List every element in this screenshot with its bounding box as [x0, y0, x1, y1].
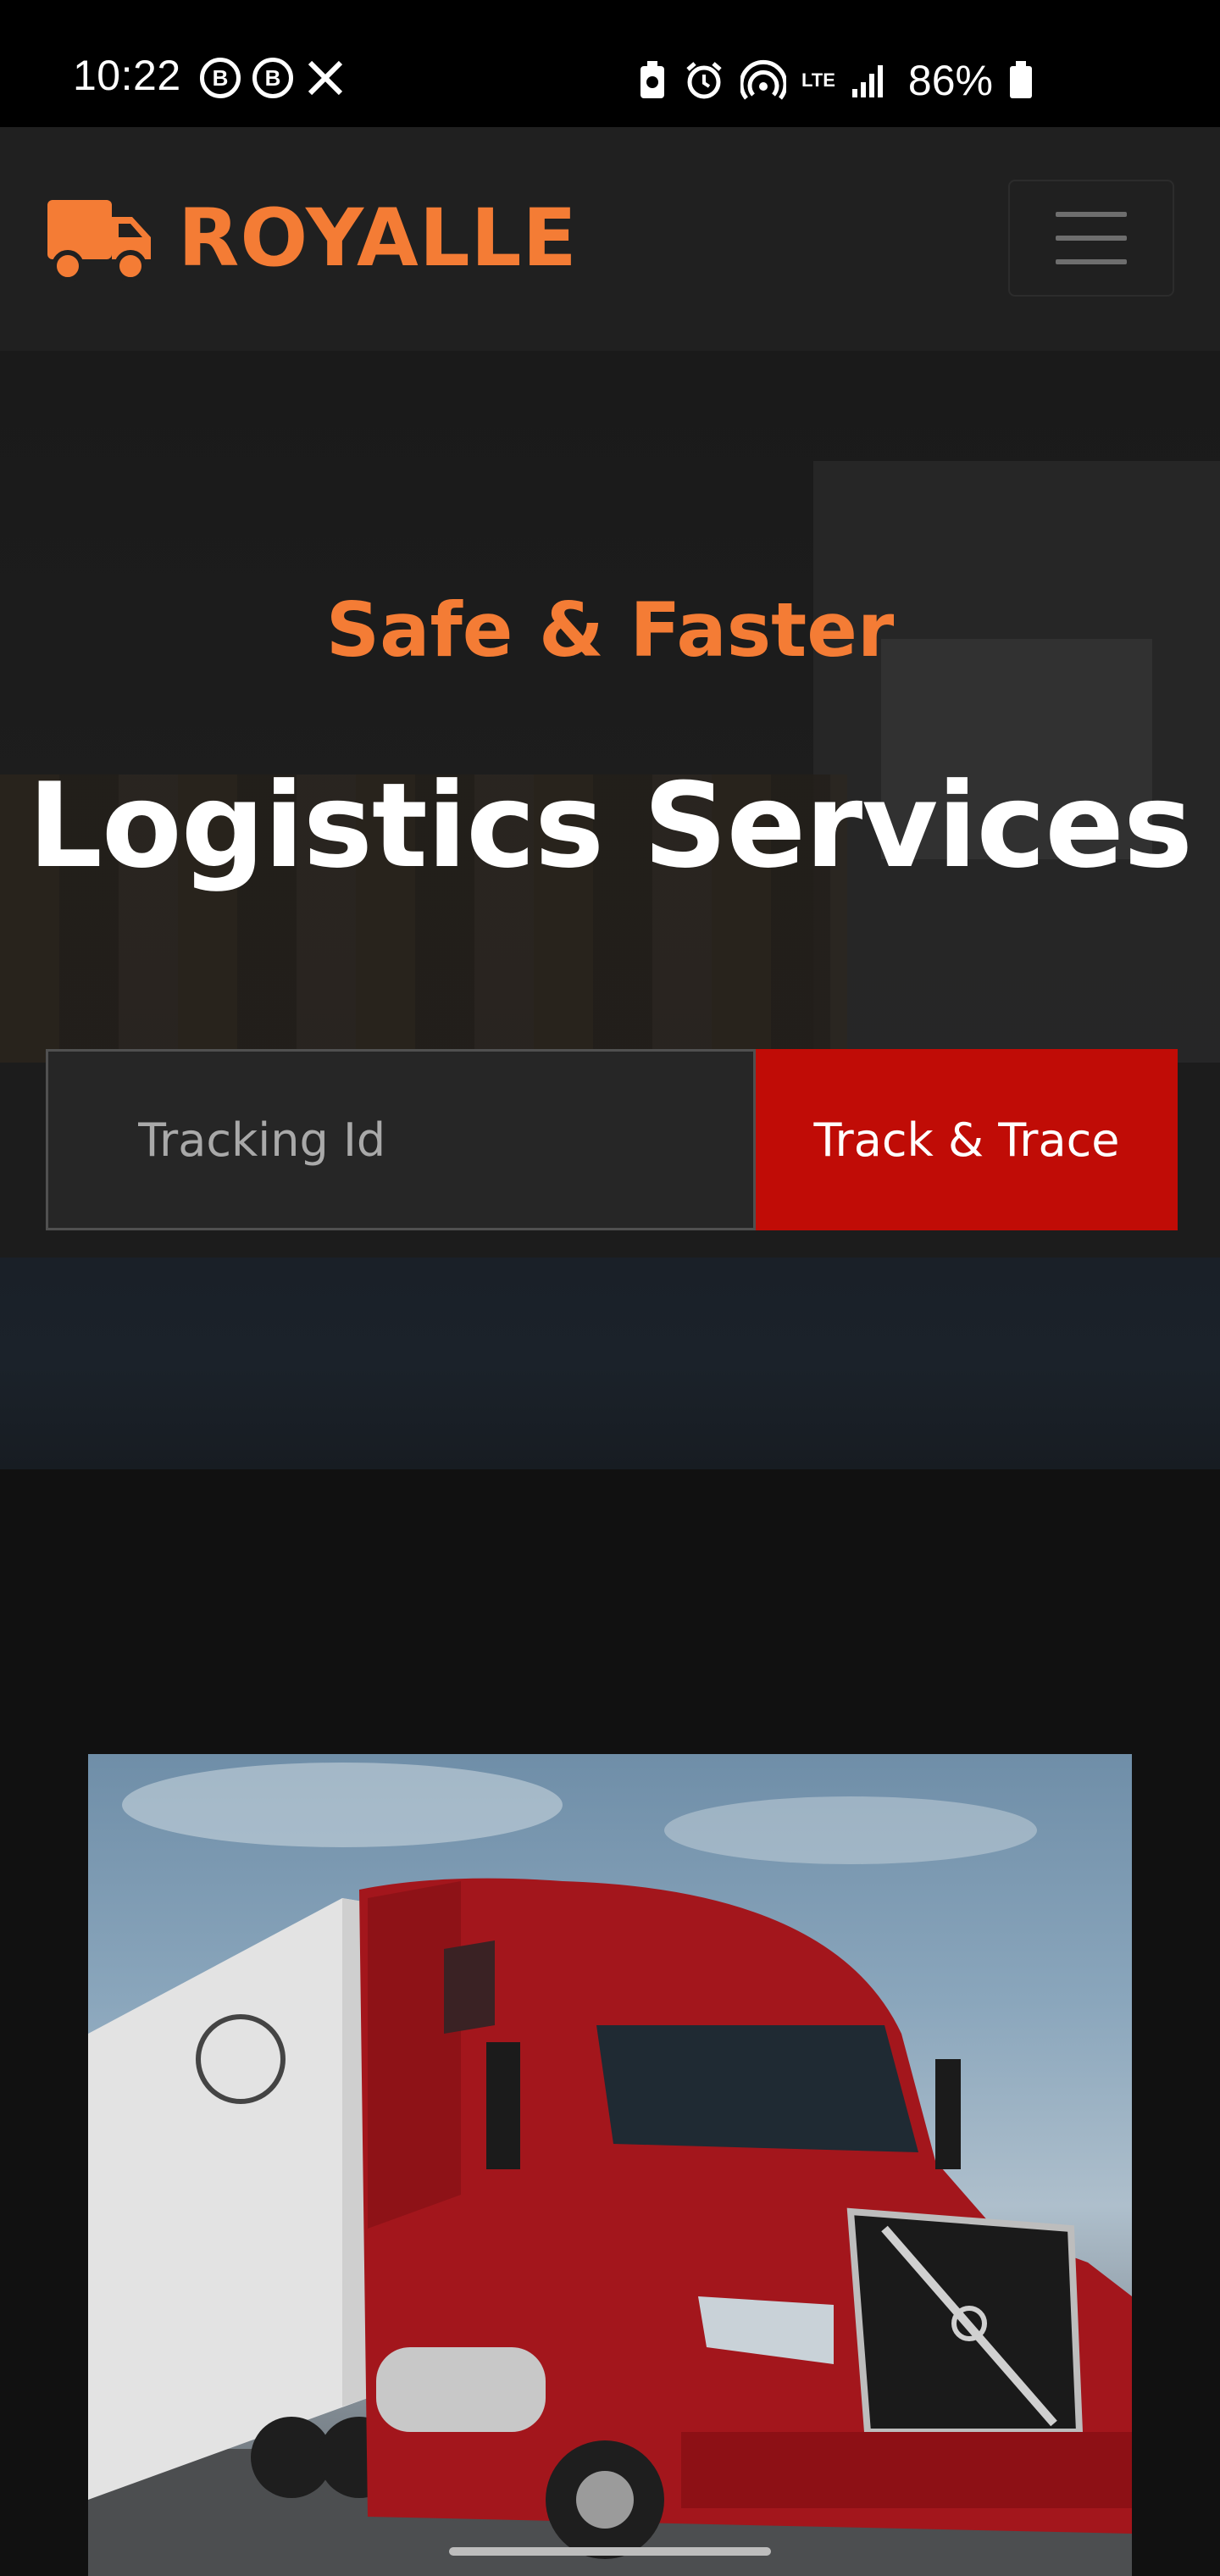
content-section [0, 1469, 1220, 2576]
truck-icon [47, 200, 151, 282]
b-circle-icon: B [252, 58, 293, 98]
brand-link[interactable]: ROYALLE [47, 195, 578, 283]
hero-title: Logistics Services [27, 758, 1193, 894]
red-semi-truck-image [88, 1763, 1132, 2576]
status-bar: 10:22 B B LTE 86% [0, 0, 1220, 127]
home-indicator[interactable] [449, 2547, 771, 2556]
hamburger-menu-icon[interactable] [1008, 180, 1174, 297]
battery-saver-icon [640, 61, 664, 98]
lte-signal-icon: LTE [801, 69, 835, 91]
status-time: 10:22 [73, 52, 181, 99]
tracking-id-input[interactable] [46, 1049, 756, 1230]
hero-section: Safe & Faster Logistics Services Track &… [0, 351, 1220, 1469]
tracking-form: Track & Trace [46, 1049, 1178, 1230]
b-circle-icon: B [200, 58, 241, 98]
battery-icon [1010, 61, 1032, 98]
brand-name: ROYALLE [178, 192, 578, 285]
alarm-icon [686, 62, 722, 99]
status-left-icons: B B [200, 58, 346, 98]
hero-background-sea [0, 1257, 1220, 1469]
signal-bars-icon [851, 65, 883, 97]
truck-photo [88, 1754, 1132, 2576]
hotspot-icon [740, 59, 786, 100]
navbar: ROYALLE [0, 127, 1220, 351]
track-and-trace-button[interactable]: Track & Trace [756, 1049, 1178, 1230]
x-logo-icon [308, 60, 343, 96]
battery-percent: 86% [907, 57, 993, 104]
status-right-icons: LTE 86% [637, 56, 1034, 105]
hero-subtitle: Safe & Faster [325, 586, 895, 674]
